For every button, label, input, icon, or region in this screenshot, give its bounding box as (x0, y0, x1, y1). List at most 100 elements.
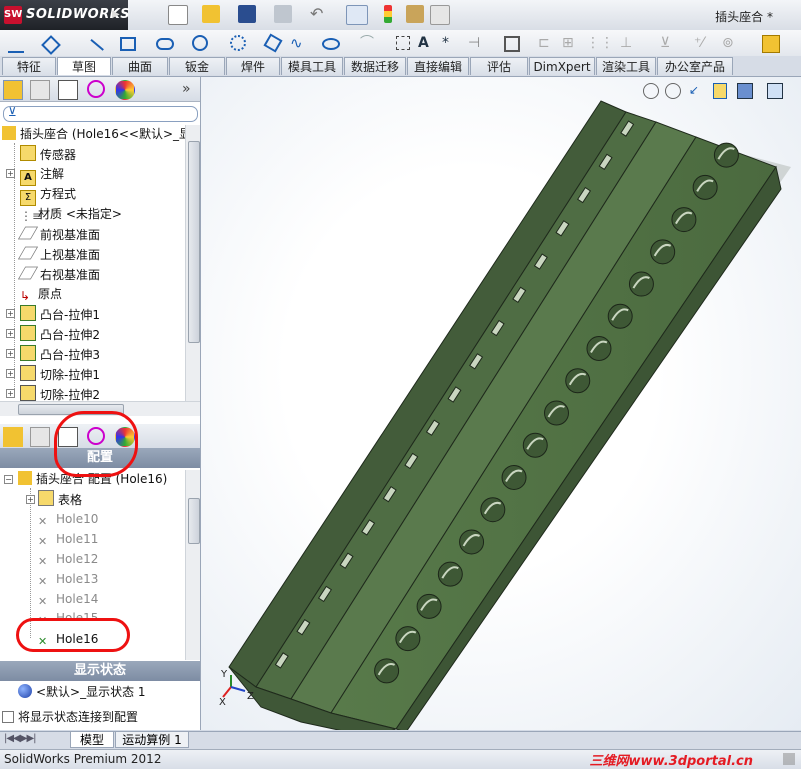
expand-extrude2-icon[interactable]: + (6, 329, 15, 338)
tree-item-boss-extrude1[interactable]: 凸台-拉伸1 (20, 305, 100, 323)
tab-surfaces[interactable]: 曲面 (112, 57, 168, 75)
instant2d-icon[interactable] (762, 35, 780, 53)
config-item[interactable]: ✕ Hole14 (38, 590, 98, 608)
convert-entities-icon[interactable] (504, 36, 520, 52)
tab-dimxpert[interactable]: DimXpert (529, 57, 595, 75)
tree-item-cut-extrude1[interactable]: 切除-拉伸1 (20, 365, 100, 383)
tab-sketch[interactable]: 草图 (57, 57, 111, 75)
expand-cut1-icon[interactable]: + (6, 369, 15, 378)
tab-weldments[interactable]: 焊件 (226, 57, 280, 75)
hole (395, 626, 421, 652)
filter-input[interactable]: ⊻ (3, 105, 198, 122)
expand-annotations-icon[interactable]: + (6, 169, 15, 178)
tree-scroll-thumb[interactable] (188, 141, 200, 343)
rebuild-icon[interactable] (384, 5, 392, 23)
repair-sketch-icon[interactable]: ⊻ (660, 35, 676, 51)
point-icon[interactable]: * (442, 35, 458, 51)
mirror-icon[interactable]: ⊏ (538, 35, 554, 51)
rectangle-icon[interactable] (120, 37, 136, 51)
tab-scroll-arrows-icon[interactable]: |◀◀▶▶| (4, 733, 36, 744)
top-toolbar: SW SOLIDWORKS ▶ ↶ 插头座合 * (0, 0, 801, 31)
spline-icon[interactable]: ∿ (290, 35, 306, 51)
expand-panel-icon[interactable]: » (182, 81, 191, 97)
plane-icon (17, 266, 39, 280)
expand-table-icon[interactable]: + (26, 495, 35, 504)
logo-menu-arrow-icon[interactable]: ▶ (112, 9, 120, 20)
expand-cut2-icon[interactable]: + (6, 389, 15, 398)
expand-extrude1-icon[interactable]: + (6, 309, 15, 318)
tab-data-migration[interactable]: 数据迁移 (344, 57, 406, 75)
tab-render-tools[interactable]: 渲染工具 (596, 57, 656, 75)
rapid-sketch-icon[interactable]: ⊚ (722, 35, 738, 51)
config-icon: ✕ (38, 515, 48, 528)
tree-item-sensors[interactable]: 传感器 (20, 145, 76, 163)
config-vertical-scrollbar[interactable] (185, 470, 200, 660)
config-item[interactable]: ✕ Hole12 (38, 550, 98, 568)
slot-icon[interactable] (156, 38, 174, 50)
fillet-icon[interactable]: ⌒ (360, 35, 376, 51)
tree-item-material[interactable]: ⋮≡材质 <未指定> (20, 205, 122, 223)
config-scroll-thumb[interactable] (188, 498, 200, 544)
tree-item-origin[interactable]: ↳ 原点 (20, 285, 62, 303)
expand-extrude3-icon[interactable]: + (6, 349, 15, 358)
tree-vertical-scrollbar[interactable] (185, 125, 200, 401)
dimxpert-manager-icon[interactable] (87, 80, 105, 98)
arc-icon[interactable] (230, 35, 246, 51)
configuration-manager-icon[interactable] (58, 80, 78, 100)
ellipse-icon[interactable] (322, 38, 340, 50)
link-display-state-checkbox[interactable] (2, 711, 14, 723)
print-icon[interactable] (274, 5, 292, 23)
property-manager-icon[interactable] (30, 427, 50, 447)
hole (713, 142, 739, 168)
link-display-state-checkbox-row[interactable]: 将显示状态连接到配置 (2, 708, 138, 726)
config-item[interactable]: ✕ Hole13 (38, 570, 98, 588)
tree-item-top-plane[interactable]: 上视基准面 (17, 245, 100, 263)
sketch-point-icon[interactable] (41, 35, 61, 55)
tab-mold-tools[interactable]: 模具工具 (281, 57, 343, 75)
tab-direct-editing[interactable]: 直接编辑 (407, 57, 469, 75)
text-icon[interactable]: A (418, 35, 434, 51)
tab-evaluate[interactable]: 评估 (470, 57, 528, 75)
move-icon[interactable]: ⊞ (562, 35, 578, 51)
config-item[interactable]: ✕ Hole11 (38, 530, 98, 548)
new-document-icon[interactable] (168, 5, 188, 25)
tab-features[interactable]: 特征 (2, 57, 56, 75)
circle-icon[interactable] (192, 35, 208, 51)
tree-item-equations[interactable]: Σ 方程式 (20, 185, 76, 206)
undo-icon[interactable]: ↶ (310, 5, 328, 23)
open-folder-icon[interactable] (202, 5, 220, 23)
tab-model[interactable]: 模型 (70, 732, 114, 748)
tree-item-boss-extrude3[interactable]: 凸台-拉伸3 (20, 345, 100, 363)
feature-manager-icon[interactable] (3, 80, 23, 100)
display-manager-icon[interactable] (115, 80, 135, 100)
tree-item-annotations[interactable]: A 注解 (20, 165, 64, 186)
property-manager-icon[interactable] (30, 80, 50, 100)
smart-dimension-icon[interactable] (8, 35, 24, 53)
tree-root[interactable]: 插头座合 (Hole16<<默认>_显 (2, 125, 191, 143)
tab-office-products[interactable]: 办公室产品 (657, 57, 733, 75)
display-state-item[interactable]: <默认>_显示状态 1 (18, 683, 146, 701)
solidworks-logo[interactable]: SW SOLIDWORKS ▶ (0, 0, 130, 30)
collapse-config-root-icon[interactable]: − (4, 475, 13, 484)
tab-sheet-metal[interactable]: 钣金 (169, 57, 225, 75)
graphics-viewport[interactable]: ↙ Y X Z (201, 77, 801, 730)
config-table[interactable]: 表格 (38, 490, 82, 508)
file-properties-icon[interactable] (406, 5, 424, 23)
polygon-icon[interactable] (263, 33, 283, 53)
save-icon[interactable] (238, 5, 256, 23)
select-pointer-icon[interactable] (346, 5, 368, 25)
linear-pattern-icon[interactable]: ⋮⋮ (586, 35, 614, 51)
options-icon[interactable] (430, 5, 450, 25)
config-item[interactable]: ✕ Hole10 (38, 510, 98, 528)
status-help-icon[interactable] (783, 753, 795, 765)
feature-manager-icon[interactable] (3, 427, 23, 447)
tree-item-front-plane[interactable]: 前视基准面 (17, 225, 100, 243)
quick-snaps-icon[interactable]: ⁺⁄ (694, 35, 710, 51)
offset-icon[interactable] (396, 36, 410, 50)
tree-item-right-plane[interactable]: 右视基准面 (17, 265, 100, 283)
tree-item-boss-extrude2[interactable]: 凸台-拉伸2 (20, 325, 100, 343)
part-model[interactable]: Y X Z (201, 77, 801, 730)
display-relations-icon[interactable]: ⊥ (620, 35, 636, 51)
tab-motion-study[interactable]: 运动算例 1 (115, 732, 189, 748)
trim-icon[interactable]: ⊣ (468, 35, 484, 51)
